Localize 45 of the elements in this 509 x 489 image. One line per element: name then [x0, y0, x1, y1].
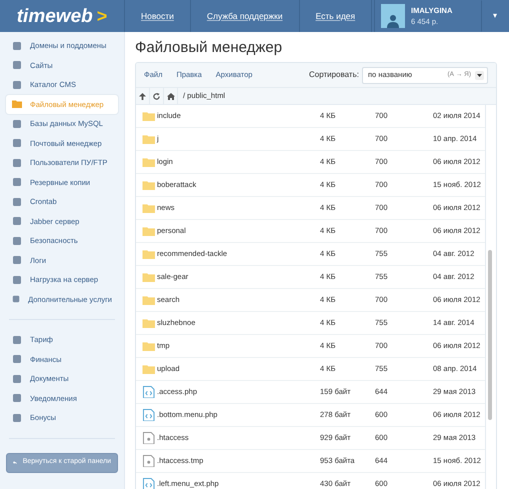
folder-icon — [142, 202, 155, 214]
square-icon — [12, 354, 22, 364]
folder-icon — [142, 179, 155, 191]
folder-icon — [142, 317, 155, 329]
square-icon — [12, 118, 22, 129]
square-icon — [12, 177, 22, 188]
folder-icon — [142, 340, 155, 352]
file-icon — [142, 432, 155, 444]
square-icon — [12, 40, 22, 51]
folder-icon — [12, 99, 22, 110]
folder-icon — [142, 225, 155, 237]
square-icon — [12, 158, 22, 168]
code-file-icon — [142, 409, 155, 421]
folder-icon — [142, 110, 155, 122]
square-icon — [12, 274, 22, 285]
square-icon — [12, 196, 22, 207]
back-arrow-icon — [13, 459, 17, 466]
sort-label: Сортировать: — [308, 69, 359, 81]
user-menu-button[interactable]: ▾ — [481, 0, 509, 32]
nav-link[interactable]: Новости — [125, 0, 191, 32]
folder-icon — [142, 363, 155, 375]
folder-icon — [142, 271, 155, 283]
folder-icon — [142, 156, 155, 168]
nav-link[interactable]: Есть идея — [300, 0, 372, 32]
avatar[interactable] — [381, 4, 405, 28]
folder-icon — [142, 294, 155, 306]
code-file-icon — [142, 478, 155, 489]
nav-link[interactable]: Служба поддержки — [190, 0, 300, 32]
square-icon — [12, 138, 22, 148]
square-icon — [12, 412, 22, 423]
square-icon — [12, 80, 22, 90]
caret-icon — [475, 70, 484, 80]
square-icon — [12, 334, 22, 345]
folder-icon — [142, 133, 155, 145]
square-icon — [12, 393, 22, 404]
square-icon — [12, 216, 22, 226]
page-title: Файловый менеджер — [135, 40, 284, 55]
square-icon — [12, 236, 22, 246]
square-icon — [12, 60, 22, 70]
folder-icon — [142, 248, 155, 260]
code-file-icon — [142, 386, 155, 398]
file-icon — [142, 455, 155, 467]
square-icon — [12, 294, 20, 304]
square-icon — [12, 255, 22, 266]
square-icon — [12, 374, 22, 384]
